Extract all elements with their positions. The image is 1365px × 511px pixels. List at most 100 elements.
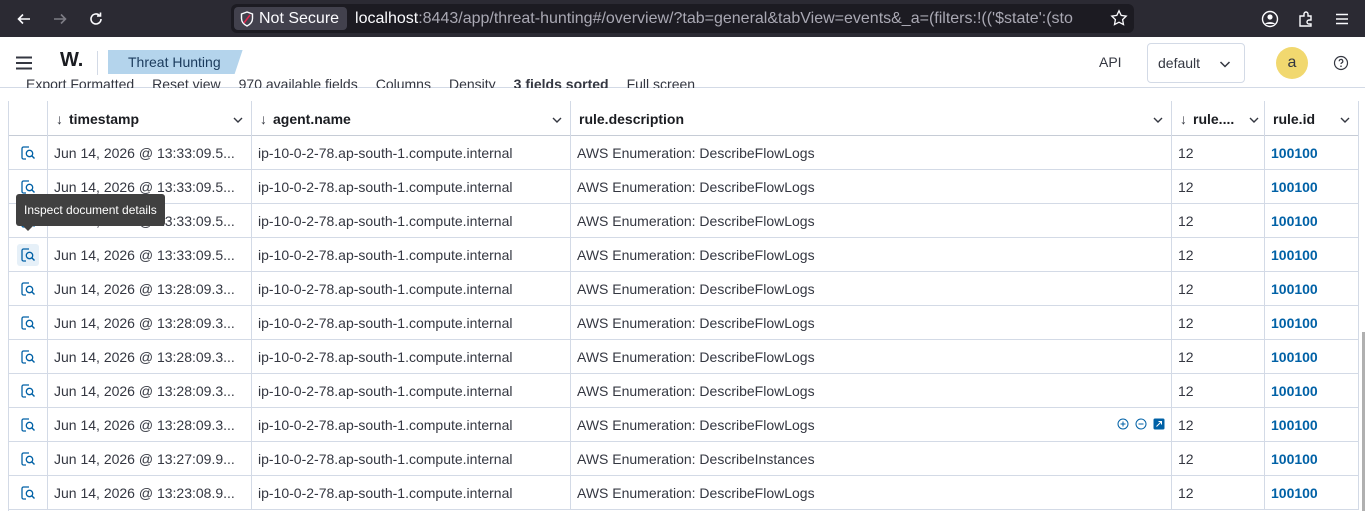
column-header-rule-id[interactable]: rule.id [1265,101,1359,136]
table-row: Jun 14, 2026 @ 13:33:09.5...ip-10-0-2-78… [9,204,1359,238]
arrow-left-icon [17,13,30,25]
grid-toolbar: Export Formatted Reset view 970 availabl… [0,78,1365,88]
cell-timestamp: Jun 14, 2026 @ 13:28:09.3... [48,340,252,373]
column-header-agent-name[interactable]: ↓ agent.name [252,101,571,136]
reload-button[interactable] [84,7,108,31]
row-control-cell [9,408,48,441]
inspect-document-icon[interactable] [17,312,39,334]
cell-rule-description: AWS Enumeration: DescribeFlowLogs [571,408,1172,441]
breadcrumb[interactable]: Threat Hunting [108,50,243,74]
row-control-cell [9,340,48,373]
inspect-document-icon[interactable] [17,346,39,368]
cell-rule-id[interactable]: 100100 [1265,204,1359,237]
full-screen-button[interactable]: Full screen [627,78,695,88]
avatar[interactable]: a [1276,47,1308,79]
reset-view-button[interactable]: Reset view [152,78,220,88]
cell-rule-id[interactable]: 100100 [1265,306,1359,339]
cell-rule-level: 12 [1172,340,1265,373]
inspect-document-icon[interactable] [17,482,39,504]
cell-rule-level: 12 [1172,476,1265,509]
control-column-header [9,101,48,136]
cell-agent-name: ip-10-0-2-78.ap-south-1.compute.internal [252,238,571,271]
cell-rule-id[interactable]: 100100 [1265,476,1359,509]
cell-rule-id[interactable]: 100100 [1265,272,1359,305]
cell-agent-name: ip-10-0-2-78.ap-south-1.compute.internal [252,272,571,305]
app-logo[interactable]: W. [60,49,83,72]
cell-timestamp: Jun 14, 2026 @ 13:33:09.5... [48,238,252,271]
cell-rule-description: AWS Enumeration: DescribeInstances [571,442,1172,475]
column-header-rule-level[interactable]: ↓ rule.... [1172,101,1265,136]
cell-timestamp: Jun 14, 2026 @ 13:27:09.9... [48,442,252,475]
api-select-value: default [1158,55,1201,71]
inspect-document-icon[interactable] [17,142,39,164]
export-formatted-button[interactable]: Export Formatted [26,78,134,88]
chevron-down-icon[interactable] [1339,114,1351,126]
cell-rule-description: AWS Enumeration: DescribeFlowLogs [571,136,1172,169]
filter-in-icon[interactable] [1117,418,1129,430]
cell-rule-id[interactable]: 100100 [1265,374,1359,407]
row-control-cell [9,238,48,271]
cell-rule-id[interactable]: 100100 [1265,408,1359,441]
available-fields-button[interactable]: 970 available fields [239,78,358,88]
inspect-document-icon[interactable] [17,414,39,436]
table-row: Jun 14, 2026 @ 13:33:09.5...ip-10-0-2-78… [9,136,1359,170]
extensions-icon[interactable] [1294,7,1318,31]
menu-toggle-button[interactable] [12,51,36,75]
api-select[interactable]: default [1147,43,1245,83]
cell-agent-name: ip-10-0-2-78.ap-south-1.compute.internal [252,442,571,475]
cell-timestamp: Jun 14, 2026 @ 13:33:09.5... [48,136,252,169]
url-text: localhost:8443/app/threat-hunting#/overv… [355,9,1073,27]
cell-rule-id[interactable]: 100100 [1265,238,1359,271]
chevron-down-icon[interactable] [551,114,563,126]
table-row: Jun 14, 2026 @ 13:28:09.3... ip-10-0-2-78… [9,408,1359,442]
row-control-cell [9,476,48,509]
expand-cell-icon[interactable] [1153,418,1165,430]
inspect-document-icon[interactable] [17,380,39,402]
security-label: Not Secure [259,9,340,27]
row-control-cell [9,136,48,169]
cell-rule-description: AWS Enumeration: DescribeFlowLogs [571,170,1172,203]
table-row: Jun 14, 2026 @ 13:23:08.9... ip-10-0-2-78… [9,476,1359,510]
bookmark-star-icon[interactable] [1110,9,1128,32]
forward-button[interactable] [48,7,72,31]
column-header-rule-description[interactable]: rule.description [571,101,1172,136]
density-button[interactable]: Density [449,78,496,88]
cell-rule-id[interactable]: 100100 [1265,170,1359,203]
filter-out-icon[interactable] [1135,418,1147,430]
back-button[interactable] [12,7,36,31]
chevron-down-icon[interactable] [1152,114,1164,126]
shield-warning-icon [240,10,254,27]
security-indicator[interactable]: Not Secure [234,7,348,30]
header-divider [97,51,98,75]
hamburger-icon [16,56,32,70]
url-bar[interactable]: Not Secure localhost:8443/app/threat-hun… [231,4,1134,33]
columns-button[interactable]: Columns [376,78,431,88]
cell-timestamp: Jun 14, 2026 @ 13:28:09.3... [48,306,252,339]
table-row: Jun 14, 2026 @ 13:28:09.3... ip-10-0-2-78… [9,272,1359,306]
browser-menu-icon[interactable] [1330,7,1354,31]
inspect-document-icon[interactable] [17,278,39,300]
cell-rule-description: AWS Enumeration: DescribeFlowLogs [571,238,1172,271]
cell-rule-description: AWS Enumeration: DescribeFlowLogs [571,476,1172,509]
events-data-grid: ↓ timestamp ↓ agent.name rule.descriptio… [8,101,1359,511]
cell-rule-level: 12 [1172,272,1265,305]
cell-rule-level: 12 [1172,442,1265,475]
sort-fields-button[interactable]: 3 fields sorted [514,78,609,88]
column-header-timestamp[interactable]: ↓ timestamp [48,101,252,136]
cell-rule-id[interactable]: 100100 [1265,340,1359,373]
table-row: Jun 14, 2026 @ 13:28:09.3... ip-10-0-2-78… [9,306,1359,340]
cell-rule-level: 12 [1172,306,1265,339]
chevron-down-icon[interactable] [1248,114,1260,126]
inspect-document-icon[interactable] [17,243,39,266]
cell-rule-id[interactable]: 100100 [1265,136,1359,169]
inspect-document-icon[interactable] [17,448,39,470]
help-icon[interactable] [1333,55,1349,76]
inspect-tooltip: Inspect document details [16,194,165,231]
cell-rule-id[interactable]: 100100 [1265,442,1359,475]
account-icon[interactable] [1258,7,1282,31]
cell-timestamp: Jun 14, 2026 @ 13:28:09.3... [48,408,252,441]
chevron-down-icon[interactable] [232,114,244,126]
cell-timestamp: Jun 14, 2026 @ 13:28:09.3... [48,272,252,305]
cell-agent-name: ip-10-0-2-78.ap-south-1.compute.internal [252,408,571,441]
grid-header-row: ↓ timestamp ↓ agent.name rule.descriptio… [9,101,1359,136]
